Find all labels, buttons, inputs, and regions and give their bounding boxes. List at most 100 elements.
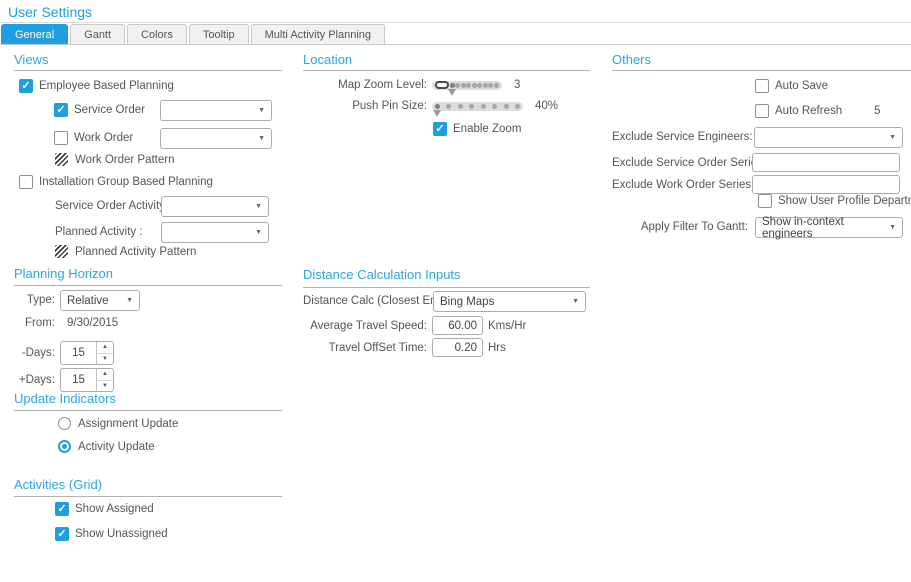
minus-days-value: 15 — [61, 342, 96, 364]
chevron-down-icon: ▼ — [255, 203, 262, 210]
work-order-label: Work Order — [74, 132, 133, 144]
map-zoom-slider-thumb[interactable] — [450, 83, 455, 88]
planned-activity-pattern-label: Planned Activity Pattern — [75, 246, 196, 258]
push-pin-size-value: 40% — [535, 100, 558, 112]
exclude-service-order-series-label: Exclude Service Order Series: — [612, 157, 752, 169]
activity-update-radio[interactable] — [58, 440, 71, 453]
travel-offset-time-unit: Hrs — [488, 342, 506, 354]
slider-dot — [492, 104, 497, 109]
step-up-icon[interactable]: ▲ — [97, 369, 113, 381]
employee-based-planning-label: Employee Based Planning — [39, 80, 174, 92]
slider-dot — [494, 83, 499, 88]
exclude-work-order-series-label: Exclude Work Order Series: — [612, 179, 752, 191]
planned-activity-dropdown[interactable]: ▼ — [161, 222, 269, 243]
average-travel-speed-input[interactable]: 60.00 — [432, 316, 483, 335]
views-section-header: Views — [14, 52, 48, 67]
others-divider — [612, 70, 911, 71]
enable-zoom-checkbox[interactable]: ✓ — [433, 122, 447, 136]
map-zoom-level-label: Map Zoom Level: — [303, 79, 432, 91]
service-order-dropdown[interactable]: ▼ — [160, 100, 272, 121]
slider-dot — [455, 83, 460, 88]
planning-horizon-section-header: Planning Horizon — [14, 266, 113, 281]
plus-days-value: 15 — [61, 369, 96, 391]
type-dropdown-value: Relative — [67, 295, 122, 307]
from-label: From: — [14, 317, 60, 329]
service-order-activity-dropdown[interactable]: ▼ — [161, 196, 269, 217]
apply-filter-to-gantt-dropdown[interactable]: Show in-context engineers ▼ — [755, 217, 903, 238]
exclude-service-engineers-dropdown[interactable]: ▼ — [754, 127, 903, 148]
check-icon: ✓ — [57, 504, 66, 515]
auto-refresh-checkbox[interactable]: ✓ — [755, 104, 769, 118]
slider-dot — [458, 104, 463, 109]
service-order-activity-label: Service Order Activity : — [55, 200, 171, 212]
push-pin-size-label: Push Pin Size: — [303, 100, 432, 112]
average-travel-speed-label: Average Travel Speed: — [303, 320, 432, 332]
installation-group-checkbox[interactable]: ✓ — [19, 175, 33, 189]
tab-gantt[interactable]: Gantt — [70, 24, 125, 44]
distance-calc-divider — [303, 287, 590, 288]
slider-dot — [483, 83, 488, 88]
slider-dot — [469, 104, 474, 109]
exclude-service-engineers-label: Exclude Service Engineers: — [612, 131, 752, 143]
push-pin-slider-thumb[interactable] — [435, 104, 440, 109]
work-order-dropdown[interactable]: ▼ — [160, 128, 272, 149]
distance-calc-dropdown[interactable]: Bing Maps ▼ — [433, 291, 586, 312]
step-down-icon[interactable]: ▼ — [97, 354, 113, 365]
show-user-profile-departments-label: Show User Profile Departments — [778, 195, 911, 207]
check-icon: ✓ — [435, 124, 444, 135]
exclude-work-order-series-input[interactable] — [752, 175, 900, 194]
slider-dot — [472, 83, 477, 88]
service-order-checkbox[interactable]: ✓ — [54, 103, 68, 117]
minus-days-label: -Days: — [14, 347, 60, 359]
service-order-label: Service Order — [74, 104, 145, 116]
slider-dot — [515, 104, 520, 109]
slider-dot — [446, 104, 451, 109]
tab-colors[interactable]: Colors — [127, 24, 187, 44]
tab-bar: General Gantt Colors Tooltip Multi Activ… — [0, 24, 911, 45]
hatch-pattern-icon — [55, 245, 68, 258]
type-dropdown[interactable]: Relative ▼ — [60, 290, 140, 311]
travel-offset-time-input[interactable]: 0.20 — [432, 338, 483, 357]
auto-refresh-value: 5 — [874, 105, 880, 117]
planning-horizon-divider — [14, 285, 282, 286]
activities-grid-divider — [14, 496, 282, 497]
chevron-down-icon: ▼ — [126, 297, 133, 304]
chevron-down-icon: ▼ — [255, 229, 262, 236]
travel-offset-time-label: Travel OffSet Time: — [303, 342, 432, 354]
plus-days-stepper[interactable]: 15 ▲ ▼ — [60, 368, 114, 392]
show-assigned-checkbox[interactable]: ✓ — [55, 502, 69, 516]
exclude-service-order-series-input[interactable] — [752, 153, 900, 172]
hatch-pattern-icon — [55, 153, 68, 166]
travel-offset-time-value: 0.20 — [455, 342, 477, 354]
chevron-down-icon: ▼ — [258, 107, 265, 114]
tab-general[interactable]: General — [1, 24, 68, 44]
title-divider — [0, 22, 911, 23]
apply-filter-to-gantt-label: Apply Filter To Gantt: — [612, 221, 753, 233]
views-section-divider — [14, 70, 282, 71]
slider-dot — [488, 83, 493, 88]
planned-activity-label: Planned Activity : — [55, 226, 143, 238]
check-icon: ✓ — [56, 105, 65, 116]
chevron-down-icon: ▼ — [258, 135, 265, 142]
location-section-header: Location — [303, 52, 352, 67]
work-order-checkbox[interactable]: ✓ — [54, 131, 68, 145]
tab-multi-activity-planning[interactable]: Multi Activity Planning — [251, 24, 385, 44]
distance-calc-label: Distance Calc (Closest Eng): — [303, 295, 432, 307]
auto-save-checkbox[interactable]: ✓ — [755, 79, 769, 93]
tab-tooltip[interactable]: Tooltip — [189, 24, 249, 44]
installation-group-label: Installation Group Based Planning — [39, 176, 213, 188]
distance-calc-section-header: Distance Calculation Inputs — [303, 267, 461, 282]
show-unassigned-checkbox[interactable]: ✓ — [55, 527, 69, 541]
show-unassigned-label: Show Unassigned — [75, 528, 168, 540]
push-pin-size-slider[interactable] — [432, 102, 523, 111]
check-icon: ✓ — [57, 529, 66, 540]
slider-dot — [481, 104, 486, 109]
slider-dot — [504, 104, 509, 109]
minus-days-stepper[interactable]: 15 ▲ ▼ — [60, 341, 114, 365]
step-up-icon[interactable]: ▲ — [97, 342, 113, 354]
assignment-update-radio[interactable] — [58, 417, 71, 430]
map-zoom-slider[interactable] — [432, 81, 502, 90]
step-down-icon[interactable]: ▼ — [97, 381, 113, 392]
show-user-profile-departments-checkbox[interactable]: ✓ — [758, 194, 772, 208]
employee-based-planning-checkbox[interactable]: ✓ — [19, 79, 33, 93]
